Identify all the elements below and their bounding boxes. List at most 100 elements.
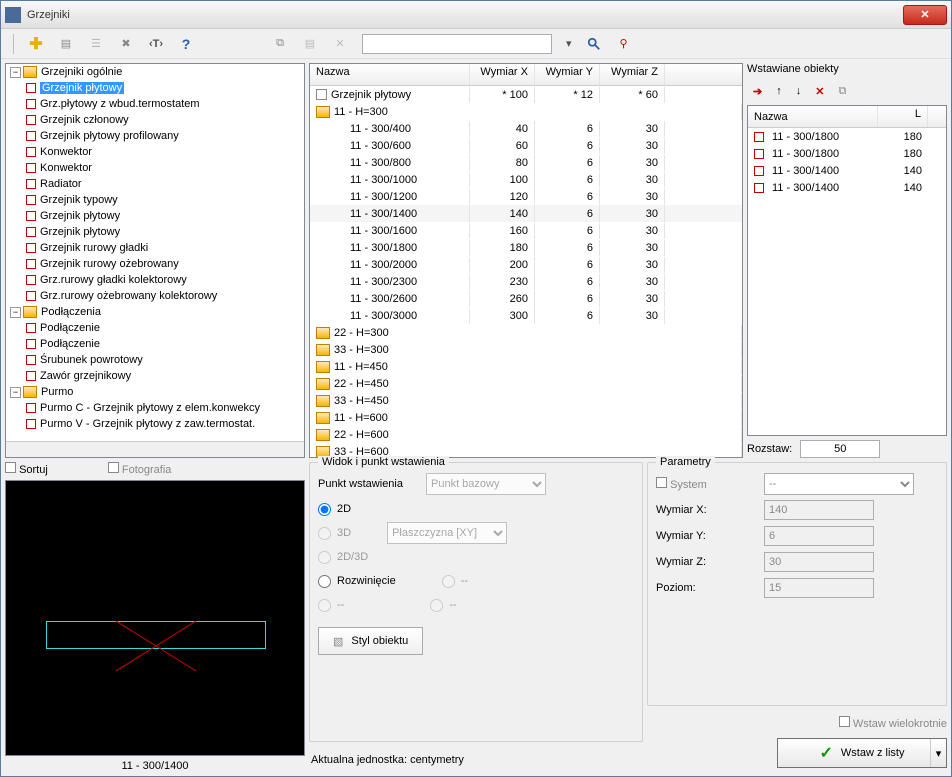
remove-icon[interactable]: ✕ [815, 85, 824, 98]
tree-item[interactable]: Zawór grzejnikowy [6, 368, 304, 384]
tree-label[interactable]: Purmo V - Grzejnik płytowy z zaw.termost… [40, 418, 255, 430]
grid-folder-row[interactable]: 22 - H=600 [310, 426, 742, 443]
col-header-y[interactable]: Wymiar Y [535, 64, 600, 85]
tree-item[interactable]: Grzejnik płytowy [6, 80, 304, 96]
tree-label[interactable]: Purmo C - Grzejnik płytowy z elem.konwek… [40, 402, 260, 414]
grid-folder-row[interactable]: 33 - H=450 [310, 392, 742, 409]
grid-row[interactable]: 11 - 300/1600160630 [310, 222, 742, 239]
grid-row[interactable]: 11 - 300/1800180630 [310, 239, 742, 256]
edit-icon[interactable]: ▤ [58, 36, 74, 52]
tree-label[interactable]: Grz.rurowy ożebrowany kolektorowy [40, 290, 217, 302]
tree-item[interactable]: Grz.rurowy gładki kolektorowy [6, 272, 304, 288]
tree-item[interactable]: Purmo V - Grzejnik płytowy z zaw.termost… [6, 416, 304, 432]
delete-icon[interactable]: ✕ [332, 36, 348, 52]
photo-checkbox[interactable]: Fotografia [108, 462, 172, 476]
add-icon[interactable]: ✚ [28, 36, 44, 52]
paste-icon[interactable]: ▤ [302, 36, 318, 52]
tree-label[interactable]: Grzejnik rurowy ożebrowany [40, 258, 179, 270]
tree-label[interactable]: Śrubunek powrotowy [40, 354, 143, 366]
help-icon[interactable]: ? [178, 36, 194, 52]
grid-folder-row[interactable]: 11 - H=300 [310, 103, 742, 120]
tree-label[interactable]: Grzejnik płytowy [40, 210, 120, 222]
tree-item[interactable]: Grzejnik rurowy gładki [6, 240, 304, 256]
tree-item[interactable]: Grzejnik członowy [6, 112, 304, 128]
list-icon[interactable]: ☰ [88, 36, 104, 52]
grid-row[interactable]: 11 - 300/2000200630 [310, 256, 742, 273]
find-next-icon[interactable]: ⚲ [616, 36, 632, 52]
tree-item[interactable]: Konwektor [6, 144, 304, 160]
param-value[interactable]: 6 [764, 526, 874, 546]
grid-folder-row[interactable]: 22 - H=300 [310, 324, 742, 341]
inserted-row[interactable]: 11 - 300/1400140 [748, 162, 946, 179]
tree-label[interactable]: Konwektor [40, 146, 92, 158]
system-combo[interactable]: -- [764, 473, 914, 495]
tree-label[interactable]: Grzejnik płytowy profilowany [40, 130, 179, 142]
tree-item[interactable]: Podłączenie [6, 320, 304, 336]
inserted-col-l[interactable]: L [878, 106, 928, 127]
tree-item[interactable]: −Grzejniki ogólnie [6, 64, 304, 80]
grid-row[interactable]: 11 - 300/1400140630 [310, 205, 742, 222]
grid-folder-row[interactable]: 11 - H=600 [310, 409, 742, 426]
tree-label[interactable]: Grzejnik płytowy [40, 226, 120, 238]
tree-item[interactable]: Grzejnik płytowy [6, 224, 304, 240]
param-value[interactable]: 30 [764, 552, 874, 572]
copy-icon[interactable]: ⧉ [272, 36, 288, 52]
inserted-row[interactable]: 11 - 300/1400140 [748, 179, 946, 196]
text-icon[interactable]: ‹T› [148, 36, 164, 52]
tree-label[interactable]: Grzejnik rurowy gładki [40, 242, 148, 254]
param-value[interactable]: 15 [764, 578, 874, 598]
tree-label[interactable]: Podłączenia [41, 306, 101, 318]
expander-icon[interactable]: − [10, 67, 21, 78]
tree-label[interactable]: Podłączenie [40, 322, 100, 334]
inserted-row[interactable]: 11 - 300/1800180 [748, 128, 946, 145]
expander-icon[interactable]: − [10, 307, 21, 318]
tree-label[interactable]: Grzejnik typowy [40, 194, 118, 206]
tree-item[interactable]: Grzejnik płytowy [6, 208, 304, 224]
tree-item[interactable]: Śrubunek powrotowy [6, 352, 304, 368]
inserted-row[interactable]: 11 - 300/1800180 [748, 145, 946, 162]
arrow-up-icon[interactable]: ↑ [776, 85, 782, 97]
tree-label[interactable]: Grzejnik członowy [40, 114, 129, 126]
insert-dropdown-icon[interactable]: ▾ [930, 739, 946, 767]
tree-panel[interactable]: −Grzejniki ogólnieGrzejnik płytowyGrz.pł… [5, 63, 305, 458]
grid-row[interactable]: 11 - 300/80080630 [310, 154, 742, 171]
grid-row[interactable]: 11 - 300/2600260630 [310, 290, 742, 307]
grid-row[interactable]: 11 - 300/2300230630 [310, 273, 742, 290]
punkt-combo[interactable]: Punkt bazowy [426, 473, 546, 495]
param-value[interactable]: 140 [764, 500, 874, 520]
tree-item[interactable]: Grzejnik płytowy profilowany [6, 128, 304, 144]
checkbox-icon[interactable] [316, 89, 327, 100]
arrow-right-icon[interactable]: ➔ [753, 85, 762, 98]
sort-checkbox[interactable]: Sortuj [5, 462, 48, 476]
tree-item[interactable]: Grzejnik typowy [6, 192, 304, 208]
tree-item[interactable]: Konwektor [6, 160, 304, 176]
grid-row[interactable]: 11 - 300/3000300630 [310, 307, 742, 324]
style-button[interactable]: ▧ Styl obiektu [318, 627, 423, 655]
tree-item[interactable]: − Purmo [6, 384, 304, 400]
tree-item[interactable]: Grz.rurowy ożebrowany kolektorowy [6, 288, 304, 304]
close-button[interactable]: ✕ [903, 5, 947, 25]
tree-label[interactable]: Zawór grzejnikowy [40, 370, 131, 382]
expander-icon[interactable]: − [10, 387, 21, 398]
radio-rozw[interactable] [318, 575, 331, 588]
tree-item[interactable]: Grz.płytowy z wbud.termostatem [6, 96, 304, 112]
tree-item[interactable]: − Podłączenia [6, 304, 304, 320]
grid-row[interactable]: 11 - 300/40040630 [310, 120, 742, 137]
grid-folder-row[interactable]: 22 - H=450 [310, 375, 742, 392]
tree-label[interactable]: Grz.płytowy z wbud.termostatem [40, 98, 200, 110]
tools-icon[interactable]: ✖ [118, 36, 134, 52]
tree-label[interactable]: Konwektor [40, 162, 92, 174]
inserted-col-name[interactable]: Nazwa [748, 106, 878, 127]
tree-item[interactable]: Podłączenie [6, 336, 304, 352]
grid-row[interactable]: 11 - 300/1000100630 [310, 171, 742, 188]
grid-folder-row[interactable]: 33 - H=300 [310, 341, 742, 358]
copy-list-icon[interactable]: ⧉ [838, 85, 846, 98]
tree-label[interactable]: Purmo [41, 386, 73, 398]
grid-panel[interactable]: Nazwa Wymiar X Wymiar Y Wymiar Z Grzejni… [309, 63, 743, 458]
tree-item[interactable]: Grzejnik rurowy ożebrowany [6, 256, 304, 272]
insert-button[interactable]: ✓ Wstaw z listy ▾ [777, 738, 947, 768]
arrow-down-icon[interactable]: ↓ [796, 85, 802, 97]
radio-2d[interactable] [318, 503, 331, 516]
col-header-z[interactable]: Wymiar Z [600, 64, 665, 85]
col-header-name[interactable]: Nazwa [310, 64, 470, 85]
